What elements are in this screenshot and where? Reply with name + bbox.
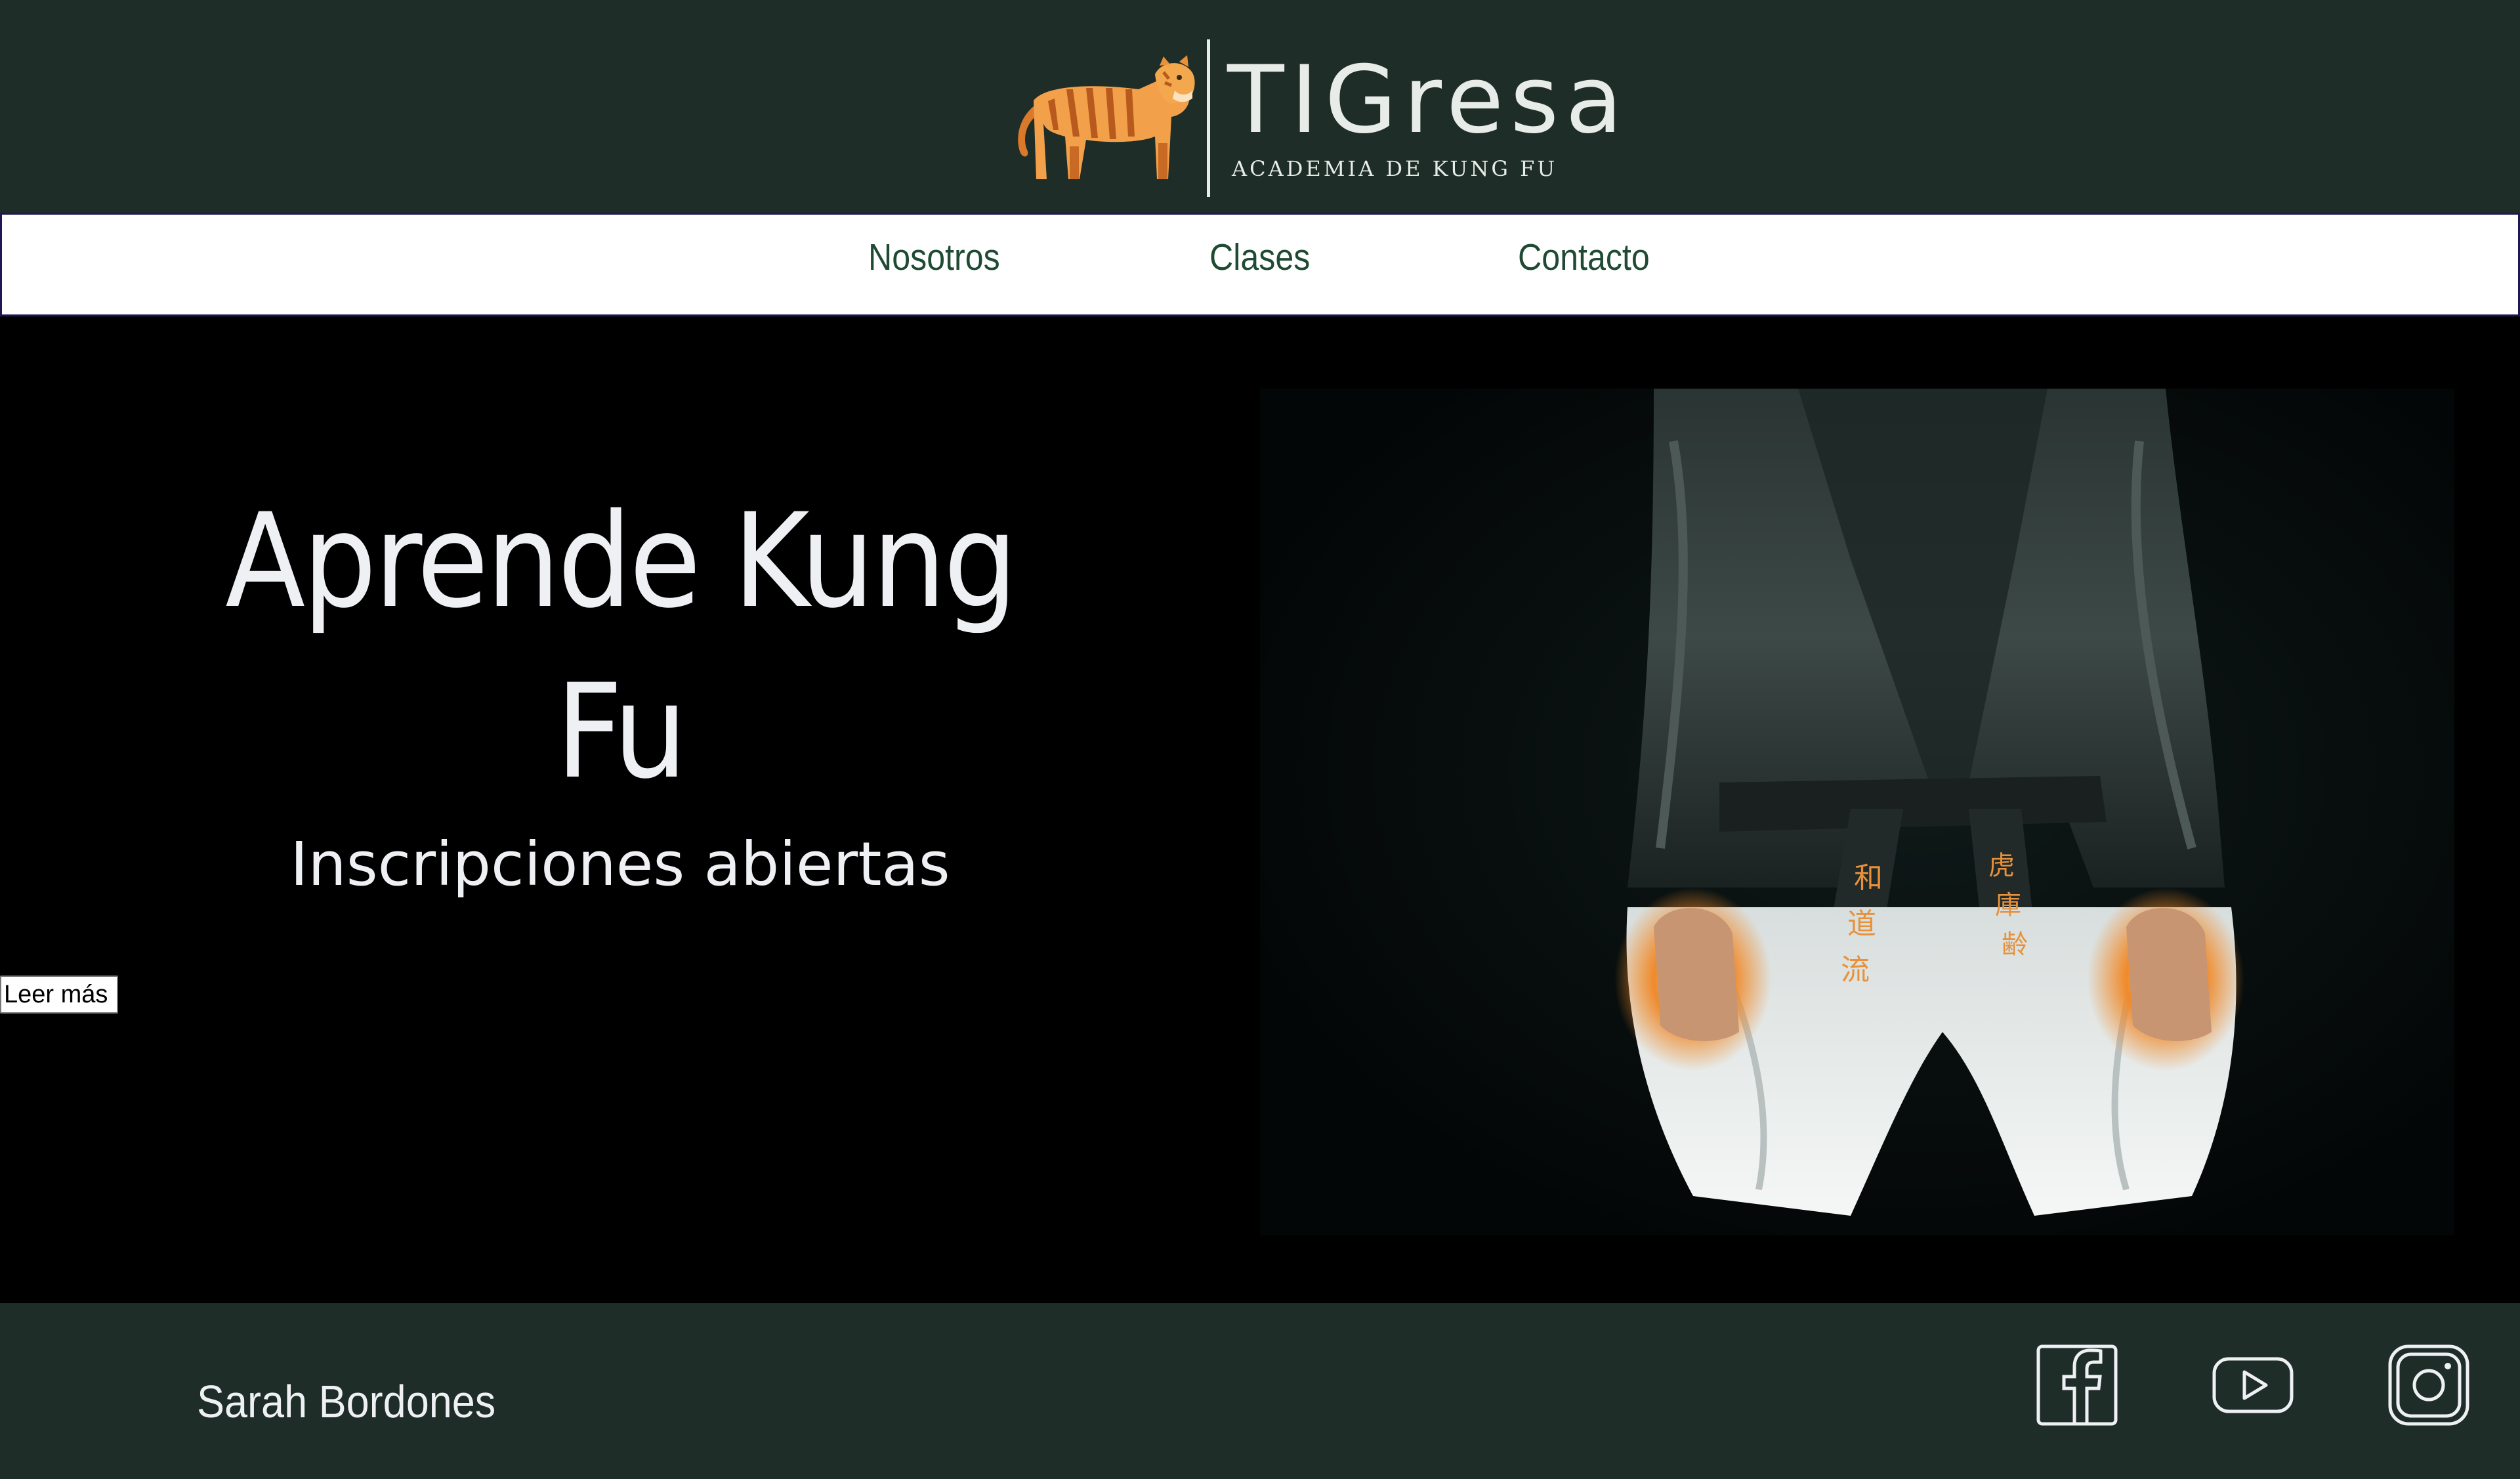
- kung-fu-photo: 和 道 流 虎 庫 齢: [1260, 389, 2454, 1235]
- nav-item-nosotros[interactable]: Nosotros: [868, 236, 1000, 279]
- nav-item-clases[interactable]: Clases: [1209, 236, 1310, 279]
- site-header: TIGresa ACADEMIA DE KUNG FU: [0, 0, 2520, 213]
- svg-text:齢: 齢: [2002, 930, 2028, 960]
- facebook-icon[interactable]: [2034, 1342, 2120, 1428]
- svg-text:庫: 庫: [1995, 890, 2021, 920]
- hero-title-line1: Aprende Kung: [225, 485, 1018, 637]
- read-more-button[interactable]: Leer más: [0, 975, 118, 1014]
- svg-text:和: 和: [1854, 861, 1883, 895]
- brand-tagline: ACADEMIA DE KUNG FU: [1232, 156, 1558, 181]
- hero-title-line2: Fu: [555, 656, 688, 807]
- site-footer: Sarah Bordones: [0, 1303, 2520, 1479]
- hero-subtitle: Inscripciones abiertas: [290, 829, 950, 899]
- tiger-icon: [1018, 55, 1195, 179]
- brand-name: TIGresa: [1227, 46, 1629, 154]
- main-nav: Nosotros Clases Contacto: [0, 213, 2520, 316]
- youtube-icon[interactable]: [2210, 1342, 2296, 1428]
- hero-title: Aprende Kung Fu: [217, 476, 1024, 817]
- nav-item-contacto[interactable]: Contacto: [1518, 236, 1650, 279]
- logo-divider: [1207, 39, 1210, 197]
- brand-logo[interactable]: TIGresa ACADEMIA DE KUNG FU: [1007, 38, 1622, 202]
- svg-text:道: 道: [1847, 907, 1876, 941]
- instagram-icon[interactable]: [2386, 1342, 2471, 1428]
- svg-text:流: 流: [1841, 953, 1870, 987]
- svg-text:虎: 虎: [1988, 851, 2015, 881]
- hero-section: Aprende Kung Fu Inscripciones abiertas L…: [0, 316, 2520, 1303]
- author-name: Sarah Bordones: [197, 1376, 496, 1427]
